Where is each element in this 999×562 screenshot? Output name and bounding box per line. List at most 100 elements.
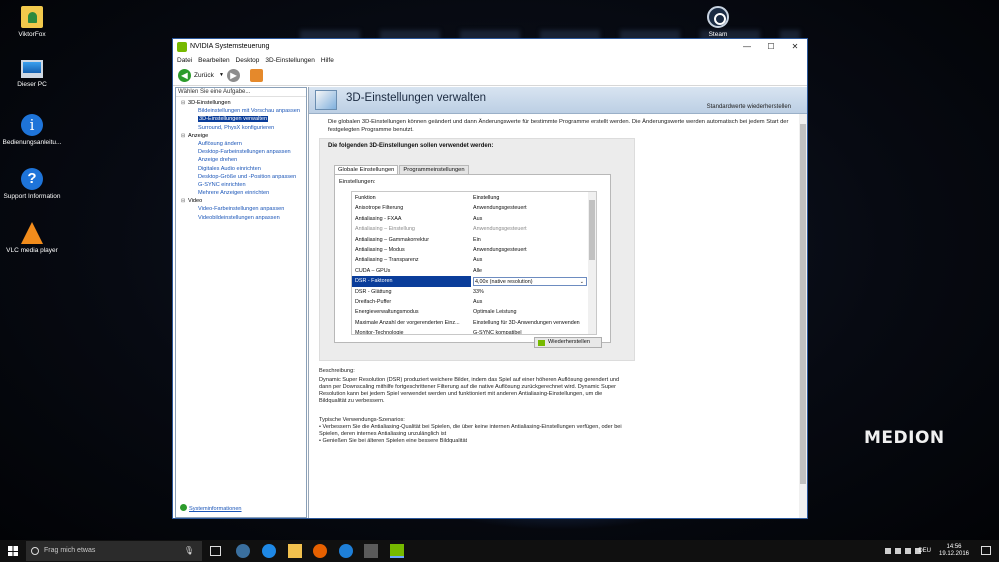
minimize-button[interactable]: — [735,41,759,53]
setting-row[interactable]: Dreifach-Puffer Aus [352,297,588,307]
desktop-icon-user[interactable]: ViktorFox [0,6,64,39]
setting-function: Antialiasing - FXAA [355,215,402,222]
setting-function: Antialiasing – Transparenz [355,257,419,264]
menu-3d-einstellungen[interactable]: 3D-Einstellungen [265,55,315,66]
back-button-label[interactable]: Zurück [194,72,214,79]
toolbar: ◀ Zurück ▼ ▶ [173,66,807,86]
desktop-icon-manual[interactable]: i Bedienungsanleitu... [0,114,64,147]
network-app-icon[interactable] [236,544,250,558]
setting-value: G-SYNC kompatibel [473,328,587,334]
clock[interactable]: 14:56 19.12.2016 [937,544,971,558]
setting-row[interactable]: Antialiasing - FXAA Aus [352,214,588,224]
content-scrollbar[interactable] [799,114,807,518]
task-view-icon[interactable] [210,546,221,556]
setting-value-dropdown[interactable]: 4,00x (native resolution) ⌄ [473,276,587,286]
tree-category[interactable]: ⊟ Video [176,197,306,205]
settings-section: Die folgenden 3D-Einstellungen sollen ve… [319,138,635,361]
tree-item[interactable]: G-SYNC einrichten [176,181,306,189]
setting-row[interactable]: Antialiasing – Transparenz Aus [352,255,588,265]
tree-category[interactable]: ⊟ Anzeige [176,132,306,140]
menu-bearbeiten[interactable]: Bearbeiten [198,55,229,66]
microphone-icon[interactable]: 🎙 [184,541,194,561]
setting-value-text: Einstellung für 3D-Anwendungen verwenden [473,319,580,326]
restore-button[interactable]: Wiederherstellen [534,337,602,348]
action-center-icon[interactable] [981,546,991,555]
grid-scrollbar-thumb[interactable] [589,200,595,260]
tree-item[interactable]: Anzeige drehen [176,156,306,164]
tree-item[interactable]: Video-Farbeinstellungen anpassen [176,205,306,213]
tree-category[interactable]: ⊟ 3D-Einstellungen [176,99,306,107]
setting-row[interactable]: Antialiasing – Modus Anwendungsgesteuert [352,245,588,255]
setting-function: DSR - Glättung [355,288,392,295]
description-block: Beschreibung: Dynamic Super Resolution (… [319,368,629,405]
desktop-icon-steam[interactable]: Steam [686,6,750,39]
tree-item[interactable]: Bildeinstellungen mit Vorschau anpassen [176,107,306,115]
tab-program-settings[interactable]: Programmeinstellungen [399,165,469,174]
menu-datei[interactable]: Datei [177,55,192,66]
menu-desktop[interactable]: Desktop [236,55,260,66]
setting-row[interactable]: CUDA – GPUs Alle [352,266,588,276]
monitor-app-icon[interactable] [364,544,378,558]
tree-item[interactable]: Desktop-Größe und -Position anpassen [176,173,306,181]
back-arrow-icon[interactable]: ◀ [178,69,191,82]
system-info-icon [180,504,187,511]
system-information-link[interactable]: Systeminformationen [180,504,242,512]
setting-row[interactable]: Antialiasing – Einstellung Anwendungsgest… [352,224,588,234]
scrollbar-thumb[interactable] [800,124,806,484]
restore-defaults-link[interactable]: Standardwerte wiederherstellen [707,104,791,110]
setting-value: Aus [473,255,587,265]
edge-browser-icon[interactable] [262,544,276,558]
setting-row[interactable]: Monitor-Technologie G-SYNC kompatibel [352,328,588,335]
setting-row[interactable]: DSR - Glättung 33% [352,287,588,297]
collapse-toggle-icon[interactable]: ⊟ [181,197,185,205]
internet-explorer-icon[interactable] [339,544,353,558]
desktop-icon-vlc[interactable]: VLC media player [0,222,64,255]
task-panel-header: Wählen Sie eine Aufgabe... [176,88,306,97]
tree-item[interactable]: Mehrere Anzeigen einrichten [176,189,306,197]
tray-icon-1[interactable] [885,548,891,554]
close-button[interactable]: ✕ [783,41,807,53]
setting-row[interactable]: Maximale Anzahl der vorgerenderten Einz.… [352,318,588,328]
tree-label: Video [188,198,203,205]
tree-label: Video-Farbeinstellungen anpassen [198,206,285,213]
language-indicator[interactable]: DEU [918,548,931,554]
setting-value: 33% [473,287,587,297]
tree-item[interactable]: Digitales Audio einrichten [176,165,306,173]
menu-hilfe[interactable]: Hilfe [321,55,334,66]
tree-item[interactable]: Videobildeinstellungen anpassen [176,214,306,222]
tree-item[interactable]: 3D-Einstellungen verwalten [176,115,306,123]
tree-item[interactable]: Auflösung ändern [176,140,306,148]
search-placeholder: Frag mich etwas [44,547,96,554]
collapse-toggle-icon[interactable]: ⊟ [181,132,185,140]
chevron-down-icon[interactable]: ⌄ [580,278,584,285]
setting-row[interactable]: Antialiasing – Gammakorrektur Ein [352,235,588,245]
setting-function: Monitor-Technologie [355,330,404,335]
file-explorer-icon[interactable] [288,544,302,558]
tray-icon-2[interactable] [895,548,901,554]
collapse-toggle-icon[interactable]: ⊟ [181,99,185,107]
firefox-icon[interactable] [313,544,327,558]
nvidia-taskbar-icon[interactable] [390,544,404,558]
tree-label: Anzeige drehen [198,157,238,164]
back-history-dropdown[interactable]: ▼ [219,72,224,78]
grid-scrollbar[interactable] [588,192,596,334]
setting-row[interactable]: DSR - Faktoren 4,00x (native resolution) ⌄ [352,276,588,287]
home-icon[interactable] [250,69,263,82]
usecase-item: • Genießen Sie bei älteren Spielen eine … [319,438,468,444]
tree-item[interactable]: Desktop-Farbeinstellungen anpassen [176,148,306,156]
maximize-button[interactable]: ☐ [759,41,783,53]
desktop-icon-this-pc[interactable]: Dieser PC [0,60,64,89]
desktop-icon-support[interactable]: ? Support Information [0,168,64,201]
tab-global-settings[interactable]: Globale Einstellungen [334,165,399,174]
setting-function: DSR - Faktoren [352,276,471,287]
forward-arrow-icon[interactable]: ▶ [227,69,240,82]
search-box[interactable]: Frag mich etwas 🎙 [26,541,202,561]
setting-function: Energieverwaltungsmodus [355,309,419,316]
setting-row[interactable]: Anisotrope Filterung Anwendungsgesteuert [352,203,588,213]
title-bar[interactable]: NVIDIA Systemsteuerung — ☐ ✕ [173,39,807,55]
tree-item[interactable]: Surround, PhysX konfigurieren [176,124,306,132]
windows-start-icon[interactable] [8,546,18,556]
volume-icon[interactable] [905,548,911,554]
setting-row[interactable]: Energieverwaltungsmodus Optimale Leistung [352,307,588,317]
page-title: 3D-Einstellungen verwalten [346,92,486,104]
